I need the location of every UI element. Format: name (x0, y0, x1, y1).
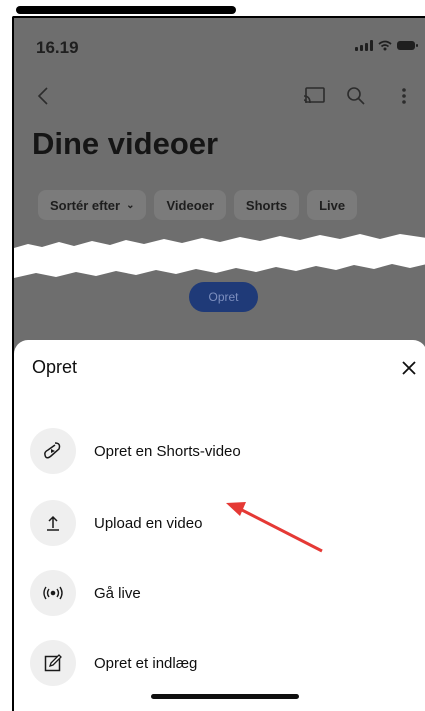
phone-screen: 16.19 Dine videoer Sortér efter ⌄ Videoe… (12, 16, 425, 711)
menu-item-live[interactable]: Gå live (30, 570, 141, 616)
create-button[interactable]: Opret (189, 282, 258, 312)
menu-item-label: Upload en video (94, 514, 203, 532)
live-icon (30, 570, 76, 616)
create-bottom-sheet: Opret Opret en Shorts-video Upload en vi… (14, 340, 425, 711)
sheet-title: Opret (32, 357, 78, 377)
menu-item-post[interactable]: Opret et indlæg (30, 640, 197, 686)
menu-item-label: Opret et indlæg (94, 654, 198, 672)
menu-item-upload[interactable]: Upload en video (30, 500, 202, 546)
shorts-icon (30, 428, 76, 474)
edit-post-icon (30, 640, 76, 686)
home-indicator (151, 694, 299, 699)
menu-item-shorts[interactable]: Opret en Shorts-video (30, 428, 241, 474)
menu-item-label: Opret en Shorts-video (94, 442, 241, 460)
menu-item-label: Gå live (94, 584, 141, 602)
close-icon[interactable] (397, 356, 421, 385)
top-black-bar (16, 6, 236, 14)
upload-icon (30, 500, 76, 546)
